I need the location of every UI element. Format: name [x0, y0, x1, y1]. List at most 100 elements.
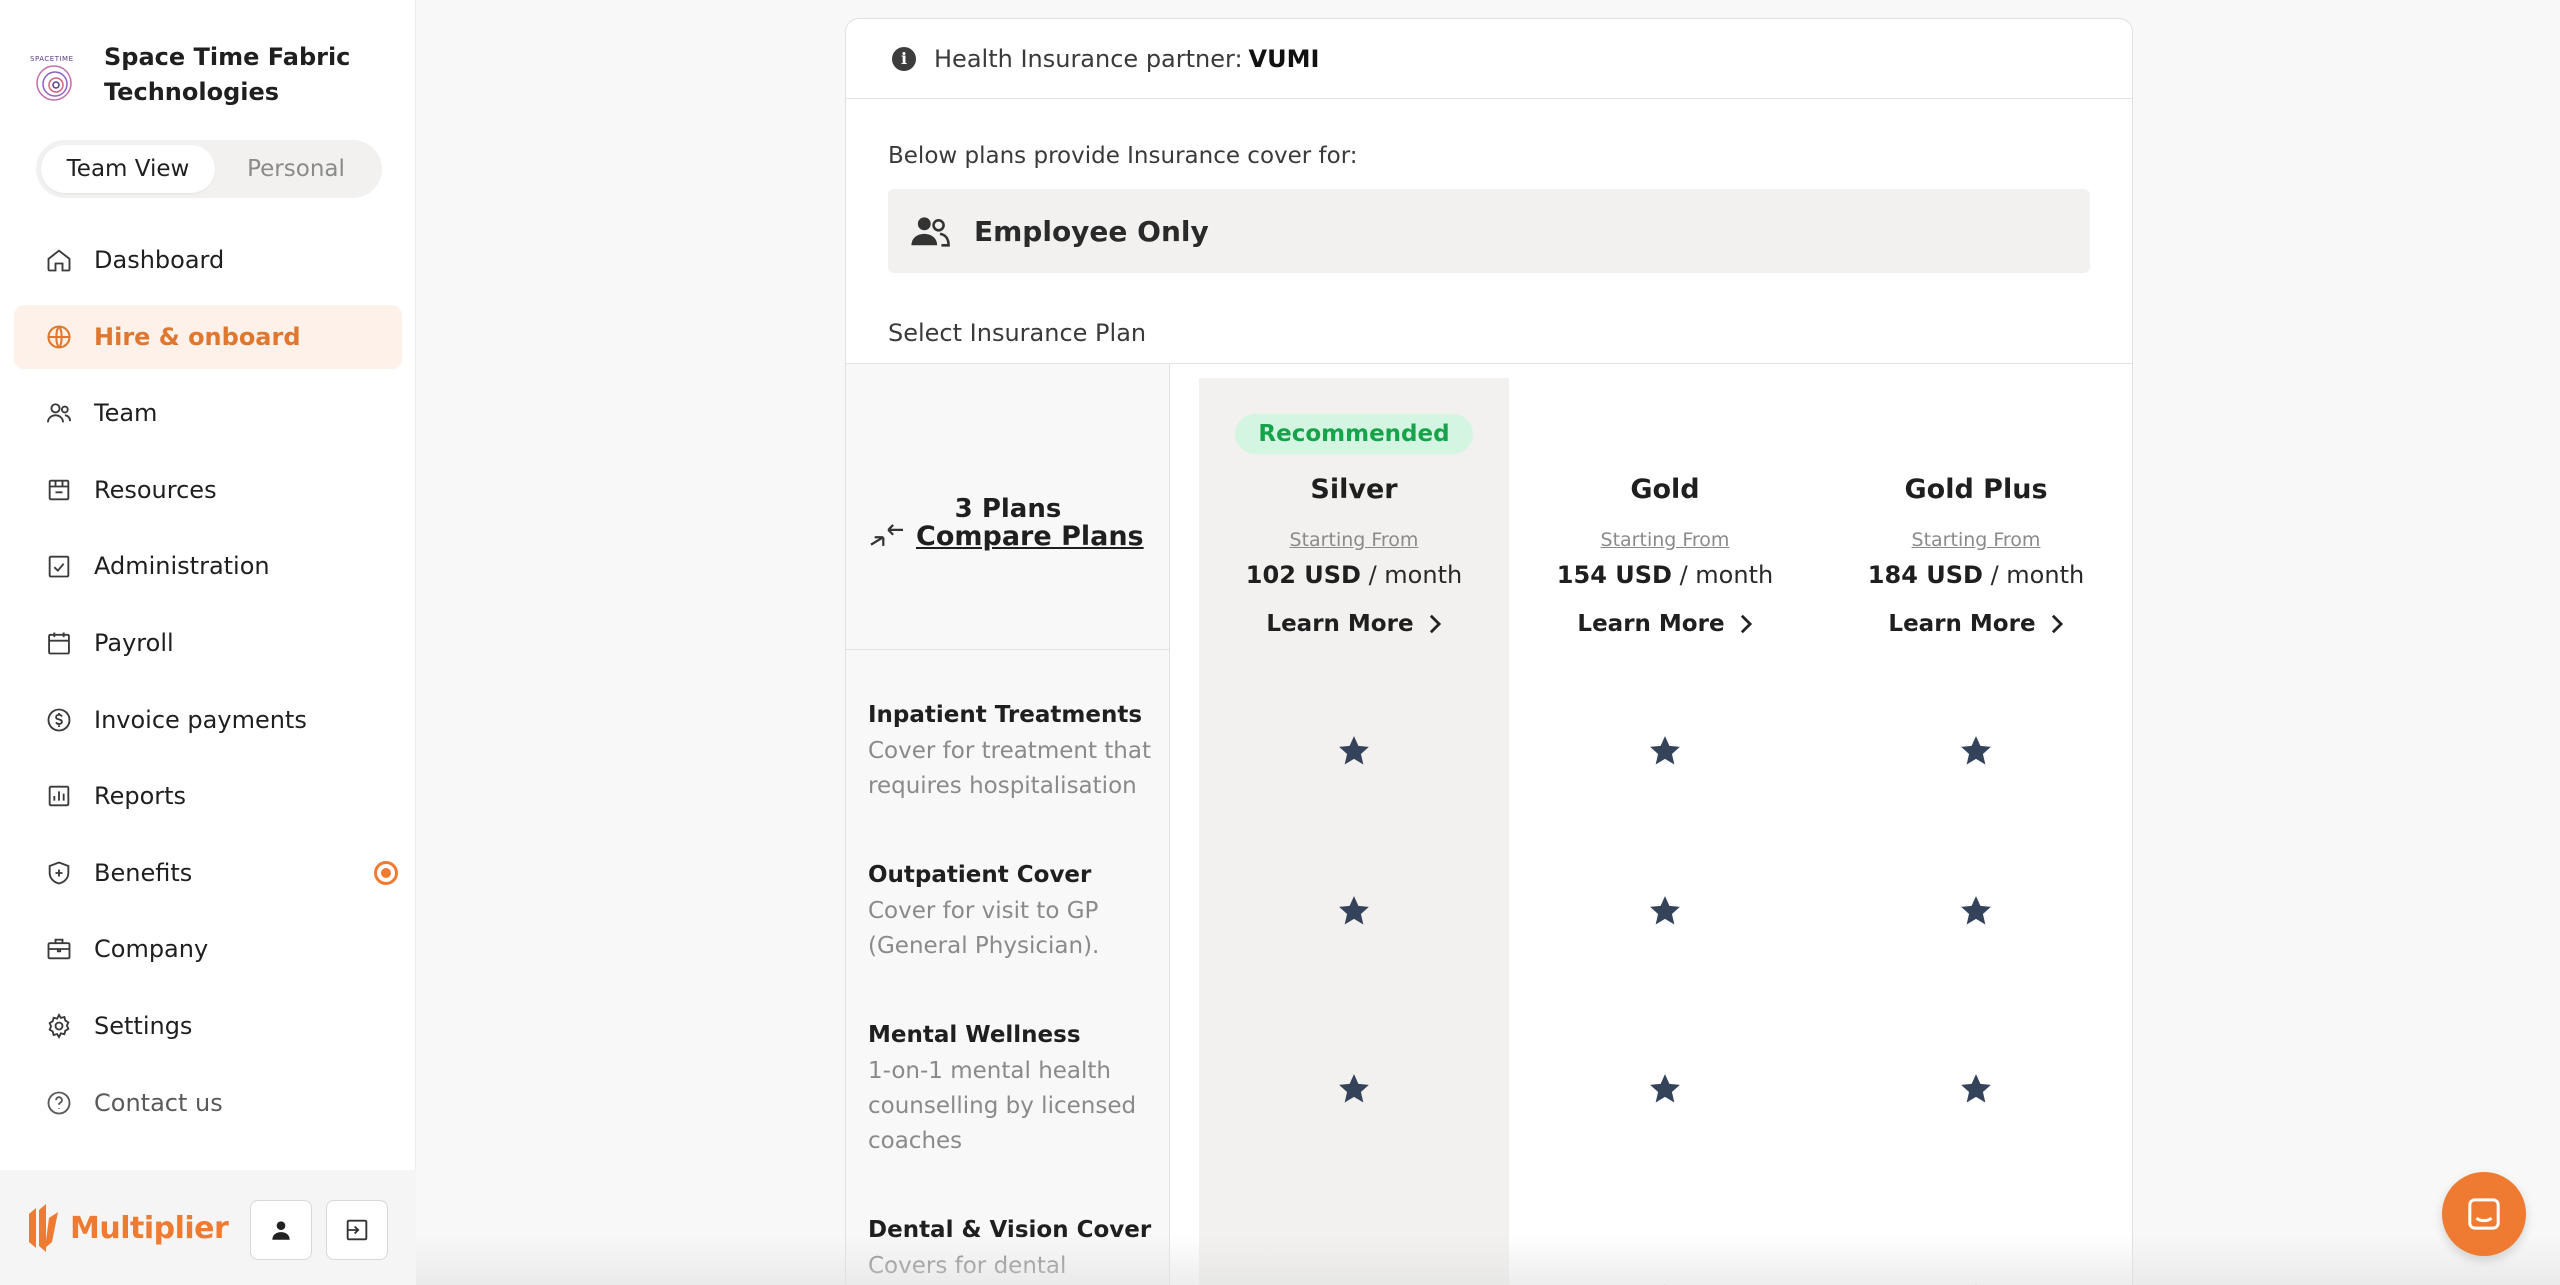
nav-item-hire-onboard[interactable]: Hire & onboard	[14, 304, 402, 369]
users-icon	[44, 398, 74, 428]
brand-name: Multiplier	[70, 1210, 229, 1246]
calendar-icon	[44, 628, 74, 658]
sidebar: SPACETIME Space Time Fabric Technologies…	[0, 0, 416, 1285]
nav-label: Contact us	[94, 1088, 223, 1117]
plan-price: 102 USD / month	[1199, 561, 1509, 589]
nav-label: Resources	[94, 475, 217, 504]
shield-plus-icon	[44, 858, 74, 888]
logout-icon	[346, 1219, 368, 1241]
feature-title: Outpatient Cover	[868, 862, 1092, 888]
briefcase-icon	[44, 934, 74, 964]
spiral-logo-icon	[36, 65, 72, 101]
nav-item-administration[interactable]: Administration	[14, 534, 402, 598]
features-column: 3 Plans Compare Plans Inpatient Treatmen…	[846, 364, 1170, 1285]
feature-row: Inpatient Treatments Cover for treatment…	[868, 702, 1168, 804]
multiplier-logo-icon	[29, 1204, 58, 1252]
nav-item-resources[interactable]: Resources	[14, 458, 402, 522]
feature-title: Mental Wellness	[868, 1022, 1081, 1048]
nav-item-contact-us[interactable]: Contact us	[14, 1071, 402, 1135]
plans-summary: 3 Plans Compare Plans	[846, 364, 1170, 650]
chevron-right-icon	[2051, 614, 2063, 634]
brand-logo[interactable]: Multiplier	[26, 1202, 229, 1254]
notification-badge	[374, 860, 398, 885]
compare-arrows-icon	[870, 524, 903, 546]
nav-label: Dashboard	[94, 246, 225, 274]
logout-button[interactable]	[326, 1200, 388, 1260]
cover-selector[interactable]: Employee Only	[888, 189, 2090, 273]
feature-desc: Cover for treatment that requires hospit…	[868, 738, 1151, 799]
plan-name: Gold Plus	[1904, 474, 2048, 505]
chat-icon	[2468, 1198, 2500, 1230]
learn-more-button[interactable]: Learn More	[1266, 611, 1441, 637]
plan-period: / month	[1671, 561, 1774, 589]
nav-item-company[interactable]: Company	[14, 917, 402, 981]
plan-amount: 102 USD	[1245, 561, 1361, 589]
dollar-circle-icon	[44, 705, 74, 735]
nav-item-settings[interactable]: Settings	[14, 994, 402, 1058]
nav-item-team[interactable]: Team	[14, 381, 402, 445]
nav-label: Team	[94, 399, 158, 428]
user-icon	[272, 1221, 290, 1240]
star-icon	[1961, 896, 1991, 925]
gear-icon	[44, 1011, 74, 1041]
profile-button[interactable]	[250, 1200, 312, 1260]
plan-starting-from: Starting From	[1600, 529, 1730, 551]
nav-label: Administration	[94, 552, 270, 581]
nav-item-dashboard[interactable]: Dashboard	[14, 228, 402, 292]
chevron-right-icon	[1429, 614, 1441, 634]
question-circle-icon	[44, 1088, 74, 1118]
plan-name: Gold	[1630, 474, 1700, 505]
star-icon	[1650, 736, 1680, 765]
plan-comparison-grid: 3 Plans Compare Plans Inpatient Treatmen…	[846, 363, 2132, 1285]
star-icon	[1961, 1074, 1991, 1103]
partner-label: Health Insurance partner:	[934, 44, 1243, 73]
box-icon	[44, 475, 74, 505]
partner-name: VUMI	[1248, 44, 1320, 73]
plan-starting-from: Starting From	[1289, 529, 1419, 551]
nav-item-benefits[interactable]: Benefits	[14, 841, 402, 905]
info-icon: i	[892, 46, 916, 71]
feature-row: Dental & Vision Cover Covers for dental …	[868, 1217, 1168, 1285]
cover-label: Below plans provide Insurance cover for:	[888, 143, 1358, 169]
plan-gold-plus: Gold Plus Starting From 184 USD / month …	[1821, 474, 2131, 637]
star-icon	[1339, 1074, 1369, 1103]
team-view-toggle[interactable]: Team View	[41, 145, 215, 193]
nav-label: Reports	[94, 782, 187, 811]
sidebar-footer: Multiplier	[0, 1170, 416, 1285]
compare-plans-link[interactable]: Compare Plans	[868, 520, 1144, 552]
bar-chart-icon	[44, 781, 74, 811]
org-header[interactable]: SPACETIME Space Time Fabric Technologies	[30, 40, 364, 110]
nav-item-payroll[interactable]: Payroll	[14, 611, 402, 675]
feature-desc: Cover for visit to GP (General Physician…	[868, 898, 1100, 959]
compare-plans-label: Compare Plans	[916, 520, 1144, 552]
org-logo: SPACETIME	[30, 45, 80, 105]
partner-banner: i Health Insurance partner: VUMI	[846, 19, 2132, 99]
recommended-badge: Recommended	[1235, 414, 1473, 454]
personal-view-toggle[interactable]: Personal	[215, 145, 377, 193]
learn-more-button[interactable]: Learn More	[1577, 611, 1752, 637]
view-toggle: Team View Personal	[36, 140, 382, 198]
learn-more-label: Learn More	[1577, 611, 1725, 637]
plan-silver: Silver Starting From 102 USD / month Lea…	[1199, 474, 1509, 637]
nav-item-reports[interactable]: Reports	[14, 764, 402, 828]
chat-launcher-button[interactable]	[2442, 1172, 2526, 1256]
home-icon	[44, 245, 74, 275]
nav-label: Settings	[94, 1011, 193, 1040]
feature-title: Dental & Vision Cover	[868, 1217, 1152, 1243]
feature-desc: Covers for dental expenses and provides	[868, 1253, 1067, 1279]
nav-label: Invoice payments	[94, 705, 307, 734]
nav-item-invoice-payments[interactable]: Invoice payments	[14, 688, 402, 752]
select-plan-label: Select Insurance Plan	[888, 319, 1147, 347]
insurance-plans-card: i Health Insurance partner: VUMI Below p…	[845, 18, 2133, 1285]
nav-label: Company	[94, 935, 209, 964]
cover-value: Employee Only	[974, 214, 1209, 248]
star-icon	[1961, 736, 1991, 765]
org-logo-text: SPACETIME	[30, 55, 74, 63]
learn-more-label: Learn More	[1888, 611, 2036, 637]
learn-more-button[interactable]: Learn More	[1888, 611, 2063, 637]
nav-label: Benefits	[94, 858, 193, 887]
chevron-right-icon	[1740, 614, 1752, 634]
plan-price: 184 USD / month	[1821, 561, 2131, 589]
main-nav: Dashboard Hire & onboard Team Resources …	[14, 228, 402, 1147]
star-icon	[1650, 1074, 1680, 1103]
